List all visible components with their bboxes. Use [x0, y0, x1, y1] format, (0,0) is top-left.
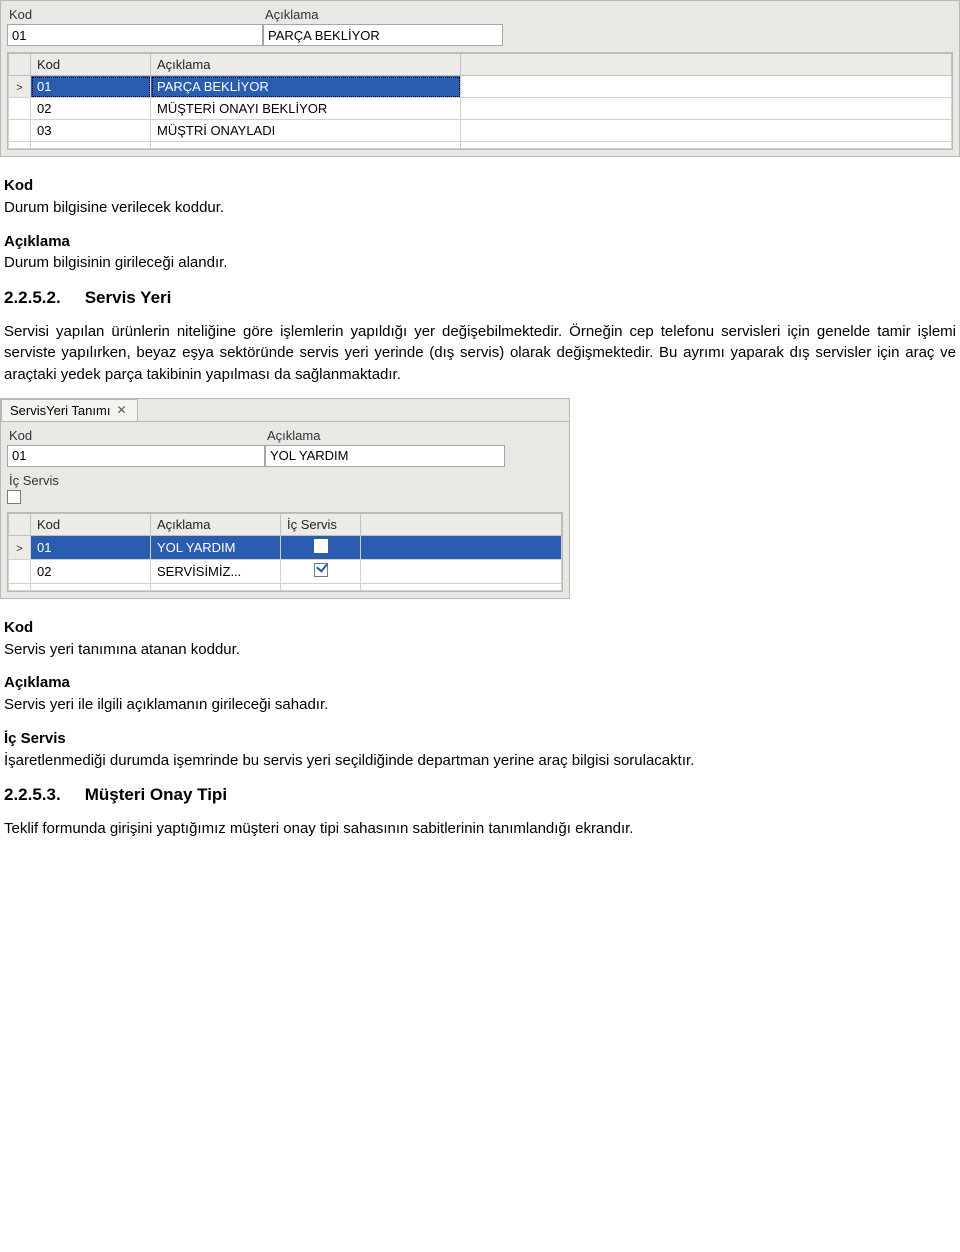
cell-kod: 02	[31, 98, 151, 120]
section-para: Teklif formunda girişini yaptığımız müşt…	[4, 818, 956, 840]
section-number: 2.2.5.2.	[4, 286, 61, 311]
kod-desc: Durum bilgisine verilecek koddur.	[4, 197, 956, 219]
aciklama-term: Açıklama	[4, 231, 956, 253]
cell-kod: 01	[31, 535, 151, 559]
cell-aciklama: YOL YARDIM	[151, 535, 281, 559]
kod-desc: Servis yeri tanımına atanan koddur.	[4, 639, 956, 661]
grid-header-aciklama[interactable]: Açıklama	[151, 54, 461, 76]
grid-header-aciklama[interactable]: Açıklama	[151, 513, 281, 535]
doc-block-1: Kod Durum bilgisine verilecek koddur. Aç…	[0, 157, 960, 386]
aciklama-label: Açıklama	[263, 7, 503, 22]
ic-servis-checkbox[interactable]	[314, 563, 328, 577]
kod-term: Kod	[4, 175, 956, 197]
section-title: Müşteri Onay Tipi	[85, 783, 227, 808]
cell-aciklama: MÜŞTRİ ONAYLADI	[151, 120, 461, 142]
servis-yeri-grid[interactable]: Kod Açıklama İç Servis > 01 YOL YARDIM	[7, 512, 563, 592]
table-row[interactable]: 02 MÜŞTERİ ONAYI BEKLİYOR	[9, 98, 952, 120]
grid-header-kod[interactable]: Kod	[31, 54, 151, 76]
current-row-indicator-icon: >	[16, 543, 22, 555]
table-row[interactable]	[9, 583, 562, 590]
indicator-header	[9, 513, 31, 535]
tab-strip: ServisYeri Tanımı ✕	[1, 399, 569, 422]
kod-input[interactable]	[7, 445, 265, 467]
grid-header-filler	[461, 54, 952, 76]
aciklama-desc: Servis yeri ile ilgili açıklamanın giril…	[4, 694, 956, 716]
grid-header-ic[interactable]: İç Servis	[281, 513, 361, 535]
table-row[interactable]: 02 SERVİSİMİZ...	[9, 559, 562, 583]
icservis-term: İç Servis	[4, 728, 956, 750]
aciklama-desc: Durum bilgisinin girileceği alandır.	[4, 252, 956, 274]
icservis-label: İç Servis	[7, 473, 563, 488]
section-number: 2.2.5.3.	[4, 783, 61, 808]
table-row[interactable]: > 01 PARÇA BEKLİYOR	[9, 76, 952, 98]
indicator-header	[9, 54, 31, 76]
tab-servisyeri-tanimi[interactable]: ServisYeri Tanımı ✕	[1, 399, 138, 421]
cell-aciklama: SERVİSİMİZ...	[151, 559, 281, 583]
icservis-desc: İşaretlenmediği durumda işemrinde bu ser…	[4, 750, 956, 772]
kod-label: Kod	[7, 428, 265, 443]
cell-aciklama: PARÇA BEKLİYOR	[151, 76, 461, 98]
table-row[interactable]	[9, 142, 952, 149]
close-icon[interactable]: ✕	[116, 403, 126, 417]
kod-term: Kod	[4, 617, 956, 639]
cell-kod: 03	[31, 120, 151, 142]
servis-yeri-panel: ServisYeri Tanımı ✕ Kod Açıklama İç Serv…	[0, 398, 570, 599]
grid-header-filler	[361, 513, 562, 535]
cell-kod: 01	[31, 76, 151, 98]
aciklama-term: Açıklama	[4, 672, 956, 694]
kod-label: Kod	[7, 7, 263, 22]
cell-aciklama: MÜŞTERİ ONAYI BEKLİYOR	[151, 98, 461, 120]
aciklama-input[interactable]	[265, 445, 505, 467]
table-row[interactable]: > 01 YOL YARDIM	[9, 535, 562, 559]
section-title: Servis Yeri	[85, 286, 172, 311]
cell-kod: 02	[31, 559, 151, 583]
ic-servis-checkbox[interactable]	[314, 539, 328, 553]
aciklama-label: Açıklama	[265, 428, 505, 443]
tab-label: ServisYeri Tanımı	[10, 403, 110, 418]
kod-input[interactable]	[7, 24, 263, 46]
aciklama-input[interactable]	[263, 24, 503, 46]
status-grid[interactable]: Kod Açıklama > 01 PARÇA BEKLİYOR 02 MÜŞT…	[7, 52, 953, 150]
table-row[interactable]: 03 MÜŞTRİ ONAYLADI	[9, 120, 952, 142]
status-definition-panel: Kod Açıklama Kod Açıklama > 01 PAR	[0, 0, 960, 157]
current-row-indicator-icon: >	[16, 82, 22, 94]
section-para: Servisi yapılan ürünlerin niteliğine gör…	[4, 321, 956, 386]
grid-header-kod[interactable]: Kod	[31, 513, 151, 535]
doc-block-2: Kod Servis yeri tanımına atanan koddur. …	[0, 599, 960, 840]
icservis-checkbox[interactable]	[7, 490, 21, 504]
